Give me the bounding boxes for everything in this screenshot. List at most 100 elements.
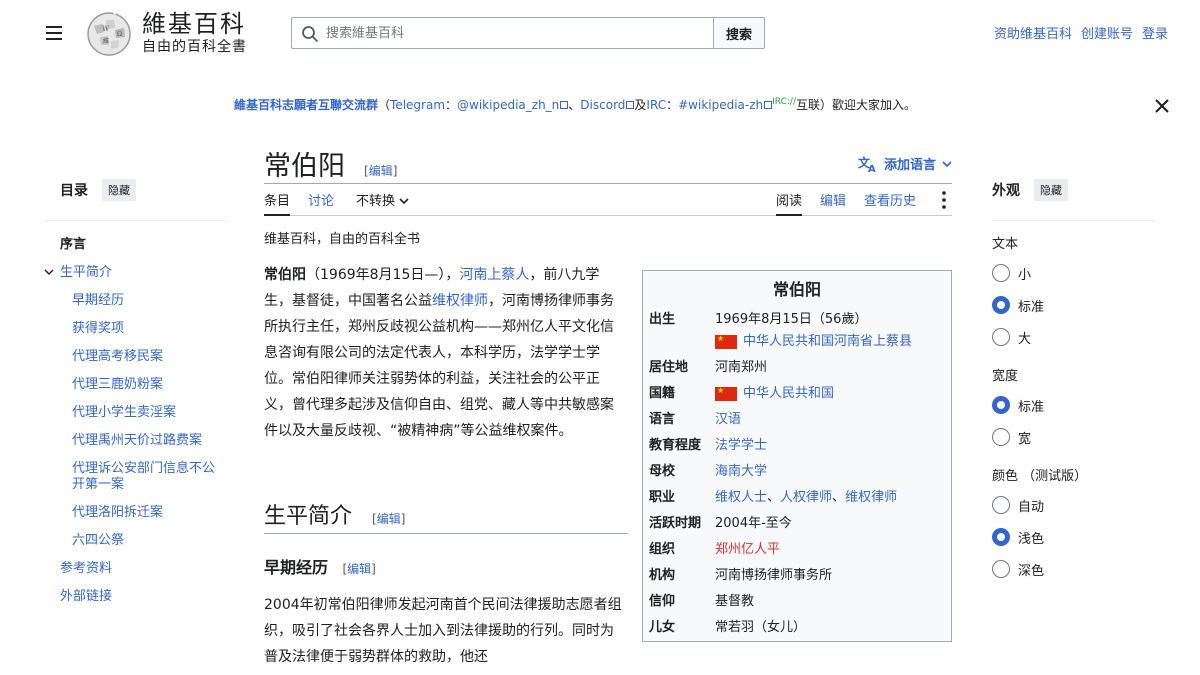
section-heading-biography: 生平简介 [编辑] — [264, 496, 628, 534]
text-size-option[interactable]: 大 — [992, 321, 1156, 353]
width-option[interactable]: 宽 — [992, 421, 1156, 453]
tab-read[interactable]: 阅读 — [776, 190, 803, 216]
infobox-value: 2004年-至今 — [715, 516, 792, 531]
infobox-label: 活跃时期 — [649, 516, 702, 531]
toc-item[interactable]: 参考资料 — [44, 555, 226, 583]
toc-item[interactable]: 早期经历 — [44, 287, 226, 315]
china-flag-icon — [715, 334, 737, 349]
organization-red-link[interactable]: 郑州亿人平 — [715, 542, 780, 557]
education-link[interactable]: 法学学士 — [715, 438, 767, 453]
radio-button[interactable] — [992, 264, 1010, 282]
site-logo[interactable]: W Ω 維 維基百科 自由的百科全書 — [84, 10, 254, 58]
separator: 、 — [568, 98, 581, 112]
infobox-value: 常若羽（女儿） — [715, 620, 807, 635]
create-account-link[interactable]: 创建账号 — [1081, 23, 1133, 42]
logo-wordmark: 維基百科 — [142, 10, 246, 38]
telegram-link[interactable]: Telegram — [390, 98, 445, 112]
search-input[interactable] — [326, 18, 706, 48]
infobox: 常伯阳 出生 1969年8月15日（56歲） 中华人民共和国河南省上蔡县 居住地… — [642, 270, 952, 642]
irc-channel-link[interactable]: #wikipedia-zh — [678, 98, 763, 112]
color-option[interactable]: 深色 — [992, 553, 1156, 585]
toc-item[interactable]: 代理高考移民案 — [44, 343, 226, 371]
tab-talk[interactable]: 讨论 — [308, 190, 334, 216]
radio-button[interactable] — [992, 328, 1010, 346]
width-option[interactable]: 标准 — [992, 389, 1156, 421]
occupation-link[interactable]: 维权律师 — [845, 490, 897, 505]
title-bar: 常伯阳 [编辑] 文 A 添加语言 — [264, 142, 952, 184]
radio-button[interactable] — [992, 560, 1010, 578]
banner-tail-text: 互联）歡迎大家加入。 — [795, 98, 916, 112]
occupation-link[interactable]: 人权律师 — [780, 490, 832, 505]
language-link[interactable]: 汉语 — [715, 412, 741, 427]
color-option-label: 深色 — [1018, 563, 1045, 579]
tab-edit[interactable]: 编辑 — [820, 190, 846, 216]
subsection-heading-early-life: 早期经历 [编辑] — [264, 554, 376, 578]
toc-item[interactable]: 代理三鹿奶粉案 — [44, 371, 226, 399]
search-button[interactable]: 搜索 — [713, 17, 765, 49]
china-flag-icon — [715, 386, 737, 401]
color-option[interactable]: 浅色 — [992, 521, 1156, 553]
radio-button[interactable] — [992, 528, 1010, 546]
text-size-label: 文本 — [992, 237, 1019, 252]
irc-link[interactable]: IRC — [646, 98, 666, 112]
toc-item[interactable]: 六四公祭 — [44, 527, 226, 555]
variant-label: 不转换 — [356, 194, 396, 209]
toc-item[interactable]: 代理禹州天价过路费案 — [44, 427, 226, 455]
radio-button[interactable] — [992, 296, 1010, 314]
toc-item[interactable]: 代理洛阳拆迁案 — [44, 499, 226, 527]
radio-button[interactable] — [992, 428, 1010, 446]
nationality-link[interactable]: 中华人民共和国 — [743, 386, 834, 401]
main-menu-button[interactable] — [38, 18, 70, 48]
text-size-option[interactable]: 小 — [992, 257, 1156, 289]
toc-item[interactable]: 生平简介 — [44, 259, 226, 287]
radio-button[interactable] — [992, 396, 1010, 414]
volunteer-group-link[interactable]: 維基百科志願者互聯交流群 — [234, 98, 378, 112]
search-form: 搜索 — [291, 17, 765, 49]
toc-item-label: 代理诉公安部门信息不公开第一案 — [72, 461, 216, 492]
toc-item-label: 代理高考移民案 — [72, 349, 164, 364]
radio-button[interactable] — [992, 496, 1010, 514]
toc-hide-button[interactable]: 隐藏 — [102, 179, 136, 201]
toc-item[interactable]: 代理诉公安部门信息不公开第一案 — [44, 455, 226, 499]
telegram-handle-link[interactable]: @wikipedia_zh_n — [457, 98, 559, 112]
occupation-link[interactable]: 维权人士 — [715, 490, 767, 505]
table-of-contents: 目录 隐藏 序言 生平简介 早期经历 获得奖项 代理高考移民案 代理三鹿奶粉案 代理小学生卖… — [44, 179, 226, 611]
infobox-label: 机构 — [649, 568, 676, 583]
infobox-value: 郑州亿人平 — [715, 539, 945, 561]
toc-item-label: 代理小学生卖淫案 — [72, 405, 177, 420]
lead-text: ，河南博扬律师事务所执行主任，郑州反歧视公益机构——郑州亿人平文化信息咨询有限公… — [264, 293, 614, 439]
tab-article[interactable]: 条目 — [264, 190, 291, 216]
infobox-row-residence: 居住地 河南郑州 — [649, 357, 945, 379]
toc-item-label: 代理禹州天价过路费案 — [72, 433, 203, 448]
appearance-hide-button[interactable]: 隐藏 — [1034, 179, 1068, 201]
color-option-label: 浅色 — [1018, 531, 1045, 547]
rights-lawyer-link[interactable]: 维权律师 — [432, 293, 488, 309]
variant-dropdown[interactable]: 不转换 — [356, 190, 409, 216]
birth-place: 中华人民共和国河南省上蔡县 — [715, 331, 945, 353]
section-edit-link[interactable]: 编辑 — [377, 512, 401, 526]
svg-text:維: 維 — [103, 37, 109, 45]
toc-item-label: 序言 — [60, 237, 87, 252]
donate-link[interactable]: 资助维基百科 — [994, 23, 1072, 42]
color-option[interactable]: 自动 — [992, 489, 1156, 521]
toc-item[interactable]: 代理小学生卖淫案 — [44, 399, 226, 427]
close-icon[interactable] — [1152, 96, 1172, 116]
add-languages-button[interactable]: 文 A 添加语言 — [858, 154, 952, 173]
chevron-down-icon[interactable] — [44, 268, 54, 276]
alma-mater-link[interactable]: 海南大学 — [715, 464, 767, 479]
tab-history[interactable]: 查看历史 — [864, 190, 916, 216]
subsection-edit-link[interactable]: 编辑 — [347, 562, 371, 576]
user-links: 资助维基百科 创建账号 登录 — [994, 23, 1168, 42]
section-title: 生平简介 — [264, 504, 353, 529]
toc-item[interactable]: 获得奖项 — [44, 315, 226, 343]
toc-item[interactable]: 外部链接 — [44, 583, 226, 611]
infobox-row-alma-mater: 母校 海南大学 — [649, 461, 945, 483]
birth-place-link[interactable]: 中华人民共和国河南省上蔡县 — [743, 334, 912, 349]
hometown-link[interactable]: 河南上蔡人 — [459, 267, 529, 283]
login-link[interactable]: 登录 — [1142, 23, 1168, 42]
toc-item[interactable]: 序言 — [44, 231, 226, 259]
text-size-option[interactable]: 标准 — [992, 289, 1156, 321]
discord-link[interactable]: Discord — [580, 98, 625, 112]
more-options-icon[interactable] — [938, 190, 950, 210]
title-edit-link[interactable]: 编辑 — [369, 164, 393, 178]
